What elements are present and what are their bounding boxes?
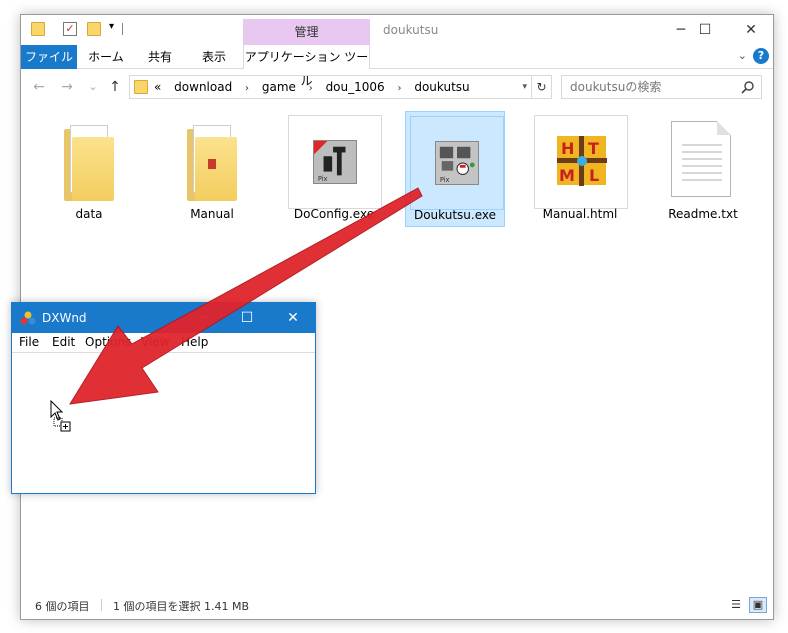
folder-icon	[134, 80, 148, 94]
folder-icon	[187, 125, 237, 201]
up-button[interactable]: ↑	[105, 76, 125, 98]
file-item-data[interactable]: data	[39, 111, 139, 227]
breadcrumb-item[interactable]: doukutsu	[414, 80, 469, 94]
html-icon: H T M L	[557, 136, 607, 186]
dxwnd-maximize-button[interactable]: ☐	[224, 303, 270, 333]
maximize-button[interactable]: ☐	[682, 19, 728, 41]
svg-text:L: L	[589, 166, 599, 185]
file-item-label: Readme.txt	[668, 207, 738, 221]
folder-icon	[64, 125, 114, 201]
dxwnd-title: DXWnd	[42, 311, 87, 325]
breadcrumb-item[interactable]: download	[174, 80, 232, 94]
svg-text:T: T	[588, 139, 599, 158]
help-icon[interactable]: ?	[753, 48, 769, 64]
config-tool-icon: Pix	[313, 140, 357, 184]
context-tab-header: 管理	[243, 19, 370, 45]
chevron-right-icon[interactable]: ›	[245, 83, 249, 94]
breadcrumb-item[interactable]: dou_1006	[326, 80, 385, 94]
html-thumbnail: H T M L	[534, 115, 628, 209]
dxwnd-menu-bar: File Edit Options View Help	[12, 333, 315, 353]
address-bar[interactable]: « download › game › dou_1006 › doukutsu …	[129, 75, 552, 99]
drag-copy-cursor-icon	[50, 400, 71, 432]
menu-edit[interactable]: Edit	[52, 335, 75, 349]
file-item-label: Manual	[190, 207, 234, 221]
exe-thumbnail: Pix	[410, 116, 504, 210]
svg-text:H: H	[561, 139, 574, 158]
menu-options[interactable]: Options	[85, 335, 131, 349]
svg-text:M: M	[559, 166, 575, 185]
item-count: 6 個の項目	[35, 600, 90, 613]
exe-thumbnail: Pix	[288, 115, 382, 209]
address-dropdown-icon[interactable]: ▾	[522, 76, 527, 98]
status-bar: 6 個の項目 1 個の項目を選択 1.41 MB ☰ ▣	[21, 593, 773, 619]
tab-application-tools[interactable]: アプリケーション ツール	[243, 45, 370, 88]
dxwnd-window: DXWnd ─ ☐ ✕ File Edit Options View Help	[11, 302, 316, 494]
tab-view[interactable]: 表示	[191, 45, 237, 69]
quick-access-dropdown-icon[interactable]: ▾	[109, 21, 114, 32]
breadcrumb-overflow[interactable]: «	[154, 80, 161, 94]
file-item-readme[interactable]: Readme.txt	[653, 111, 753, 227]
dxwnd-close-button[interactable]: ✕	[270, 303, 316, 333]
dxwnd-program-list[interactable]	[12, 354, 315, 493]
navigation-bar: ← → ⌄ ↑ « download › game › dou_1006 › d…	[21, 73, 773, 101]
window-title: doukutsu	[383, 23, 439, 37]
large-icons-view-icon[interactable]: ▣	[749, 597, 767, 613]
svg-text:Pix: Pix	[318, 175, 328, 183]
text-file-icon	[671, 121, 731, 197]
ribbon-collapse-icon[interactable]: ⌄	[738, 49, 747, 62]
new-folder-icon[interactable]	[87, 22, 101, 36]
tab-file[interactable]: ファイル	[21, 45, 77, 69]
file-item-doconfig[interactable]: Pix DoConfig.exe	[284, 111, 384, 227]
dxwnd-title-bar[interactable]: DXWnd ─ ☐ ✕	[12, 303, 315, 333]
file-item-manual-html[interactable]: H T M L Manual.html	[530, 111, 630, 227]
dxwnd-logo-icon	[20, 311, 36, 325]
ribbon-tabs: ファイル ホーム 共有 表示 アプリケーション ツール ⌄ ?	[21, 45, 773, 88]
file-item-manual[interactable]: Manual	[162, 111, 262, 227]
close-button[interactable]: ✕	[728, 19, 774, 41]
search-input[interactable]: doukutsuの検索	[561, 75, 762, 99]
file-item-label: Doukutsu.exe	[413, 208, 497, 222]
folder-icon[interactable]	[31, 22, 45, 36]
menu-file[interactable]: File	[19, 335, 39, 349]
selection-info: 1 個の項目を選択 1.41 MB	[113, 600, 250, 613]
file-item-doukutsu[interactable]: Pix Doukutsu.exe	[405, 111, 505, 227]
forward-button[interactable]: →	[57, 76, 77, 98]
svg-text:Pix: Pix	[440, 176, 450, 184]
tab-home[interactable]: ホーム	[83, 45, 129, 69]
breadcrumb: « download › game › dou_1006 › doukutsu	[154, 76, 479, 98]
file-item-label: DoConfig.exe	[293, 207, 375, 221]
menu-help[interactable]: Help	[181, 335, 208, 349]
properties-check-icon[interactable]: ✓	[63, 22, 77, 36]
details-view-icon[interactable]: ☰	[727, 597, 745, 613]
search-icon[interactable]	[741, 80, 755, 94]
status-separator	[101, 599, 102, 611]
breadcrumb-item[interactable]: game	[262, 80, 296, 94]
chevron-right-icon[interactable]: ›	[309, 83, 313, 94]
menu-view[interactable]: View	[141, 335, 169, 349]
file-item-label: data	[75, 207, 103, 221]
tab-share[interactable]: 共有	[137, 45, 183, 69]
recent-locations-button[interactable]: ⌄	[83, 76, 103, 98]
game-icon: Pix	[435, 141, 479, 185]
toolbar-separator	[122, 23, 123, 35]
search-placeholder: doukutsuの検索	[570, 80, 662, 94]
dxwnd-minimize-button[interactable]: ─	[180, 303, 226, 333]
chevron-right-icon[interactable]: ›	[398, 83, 402, 94]
back-button[interactable]: ←	[29, 76, 49, 98]
refresh-button[interactable]: ↻	[531, 76, 551, 98]
title-bar[interactable]: ✓ ▾ 管理 doukutsu ─ ☐ ✕	[21, 15, 773, 45]
file-item-label: Manual.html	[542, 207, 618, 221]
